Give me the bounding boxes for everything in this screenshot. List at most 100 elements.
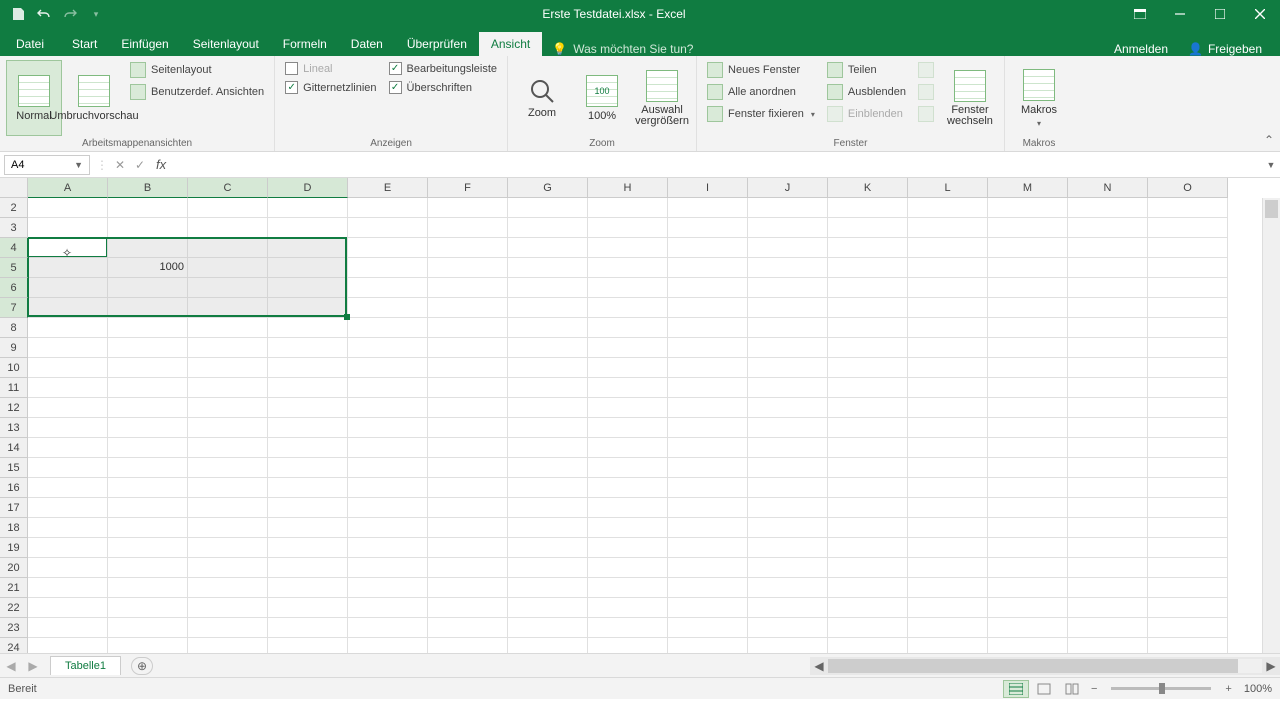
page-layout-view-icon[interactable] — [1031, 680, 1057, 698]
col-header[interactable]: D — [268, 178, 348, 198]
gridlines-checkbox[interactable]: ✓Gitternetzlinien — [281, 79, 380, 96]
cell[interactable] — [668, 298, 748, 318]
cell[interactable] — [828, 458, 908, 478]
cell[interactable] — [348, 378, 428, 398]
scrollbar-thumb[interactable] — [1265, 200, 1278, 218]
normal-view-icon[interactable] — [1003, 680, 1029, 698]
cell[interactable] — [988, 258, 1068, 278]
cell[interactable] — [1148, 398, 1228, 418]
name-box[interactable]: A4 ▼ — [4, 155, 90, 175]
cell[interactable] — [508, 278, 588, 298]
row-header[interactable]: 16 — [0, 478, 28, 498]
cell[interactable] — [1068, 618, 1148, 638]
page-break-view-icon[interactable] — [1059, 680, 1085, 698]
cell[interactable] — [588, 478, 668, 498]
cell[interactable] — [1068, 378, 1148, 398]
cell[interactable] — [668, 438, 748, 458]
cell[interactable] — [428, 258, 508, 278]
cell[interactable] — [828, 558, 908, 578]
split-button[interactable]: Teilen — [823, 60, 910, 80]
cell[interactable] — [428, 638, 508, 653]
cell[interactable] — [1148, 338, 1228, 358]
row-header[interactable]: 23 — [0, 618, 28, 638]
scroll-left-icon[interactable]: ◀ — [810, 659, 828, 673]
cell[interactable] — [348, 398, 428, 418]
cell[interactable] — [988, 338, 1068, 358]
cell[interactable] — [908, 618, 988, 638]
cell[interactable] — [988, 318, 1068, 338]
cell[interactable] — [748, 618, 828, 638]
cell[interactable] — [28, 378, 108, 398]
row-header[interactable]: 5 — [0, 258, 28, 278]
cell[interactable] — [428, 618, 508, 638]
cell[interactable] — [268, 458, 348, 478]
cell[interactable] — [988, 418, 1068, 438]
cell[interactable] — [828, 438, 908, 458]
cell[interactable] — [428, 538, 508, 558]
cell[interactable] — [108, 578, 188, 598]
cell[interactable] — [1068, 578, 1148, 598]
cell[interactable] — [828, 298, 908, 318]
ribbon-display-icon[interactable] — [1120, 0, 1160, 28]
zoom-button[interactable]: Zoom — [514, 60, 570, 136]
cell[interactable] — [508, 498, 588, 518]
cell[interactable] — [428, 298, 508, 318]
cell[interactable] — [908, 458, 988, 478]
freeze-panes-button[interactable]: Fenster fixieren▾ — [703, 104, 819, 124]
cell[interactable] — [508, 398, 588, 418]
tab-einfuegen[interactable]: Einfügen — [109, 32, 180, 56]
cell[interactable] — [188, 538, 268, 558]
cell[interactable] — [1068, 458, 1148, 478]
cell[interactable] — [348, 518, 428, 538]
cell[interactable] — [828, 378, 908, 398]
cell[interactable] — [348, 458, 428, 478]
cell[interactable] — [1148, 498, 1228, 518]
cell[interactable] — [348, 418, 428, 438]
cell[interactable] — [828, 398, 908, 418]
cell[interactable] — [108, 598, 188, 618]
qat-customize-icon[interactable]: ▾ — [84, 2, 108, 26]
cell[interactable] — [188, 438, 268, 458]
cell[interactable] — [828, 498, 908, 518]
cell[interactable] — [908, 558, 988, 578]
cell[interactable] — [1068, 218, 1148, 238]
cell[interactable] — [428, 598, 508, 618]
cell[interactable] — [588, 558, 668, 578]
cell[interactable] — [508, 238, 588, 258]
cell[interactable] — [988, 358, 1068, 378]
cell[interactable] — [348, 538, 428, 558]
cell[interactable] — [748, 498, 828, 518]
cell[interactable] — [668, 618, 748, 638]
cell[interactable] — [1068, 278, 1148, 298]
cell[interactable] — [508, 418, 588, 438]
zoom-out-icon[interactable]: − — [1087, 683, 1101, 695]
cell[interactable] — [188, 558, 268, 578]
cell[interactable] — [28, 498, 108, 518]
cell[interactable] — [428, 198, 508, 218]
cell[interactable] — [428, 418, 508, 438]
cell[interactable] — [588, 638, 668, 653]
tab-ueberpruefen[interactable]: Überprüfen — [395, 32, 479, 56]
cell[interactable] — [508, 618, 588, 638]
cell[interactable] — [108, 418, 188, 438]
hide-button[interactable]: Ausblenden — [823, 82, 910, 102]
undo-icon[interactable] — [32, 2, 56, 26]
switch-windows-button[interactable]: Fenster wechseln — [942, 60, 998, 136]
cell[interactable] — [188, 638, 268, 653]
cell[interactable] — [828, 478, 908, 498]
cell[interactable] — [348, 278, 428, 298]
cell[interactable] — [588, 538, 668, 558]
cell[interactable] — [28, 478, 108, 498]
row-header[interactable]: 20 — [0, 558, 28, 578]
cell[interactable] — [988, 218, 1068, 238]
tab-nav-prev-icon[interactable]: ◀ — [0, 659, 22, 673]
row-header[interactable]: 13 — [0, 418, 28, 438]
cell[interactable] — [828, 258, 908, 278]
cell[interactable] — [668, 638, 748, 653]
col-header[interactable]: A — [28, 178, 108, 198]
cell[interactable] — [348, 498, 428, 518]
cell[interactable] — [28, 518, 108, 538]
cell[interactable] — [508, 518, 588, 538]
row-header[interactable]: 2 — [0, 198, 28, 218]
cell[interactable] — [668, 518, 748, 538]
